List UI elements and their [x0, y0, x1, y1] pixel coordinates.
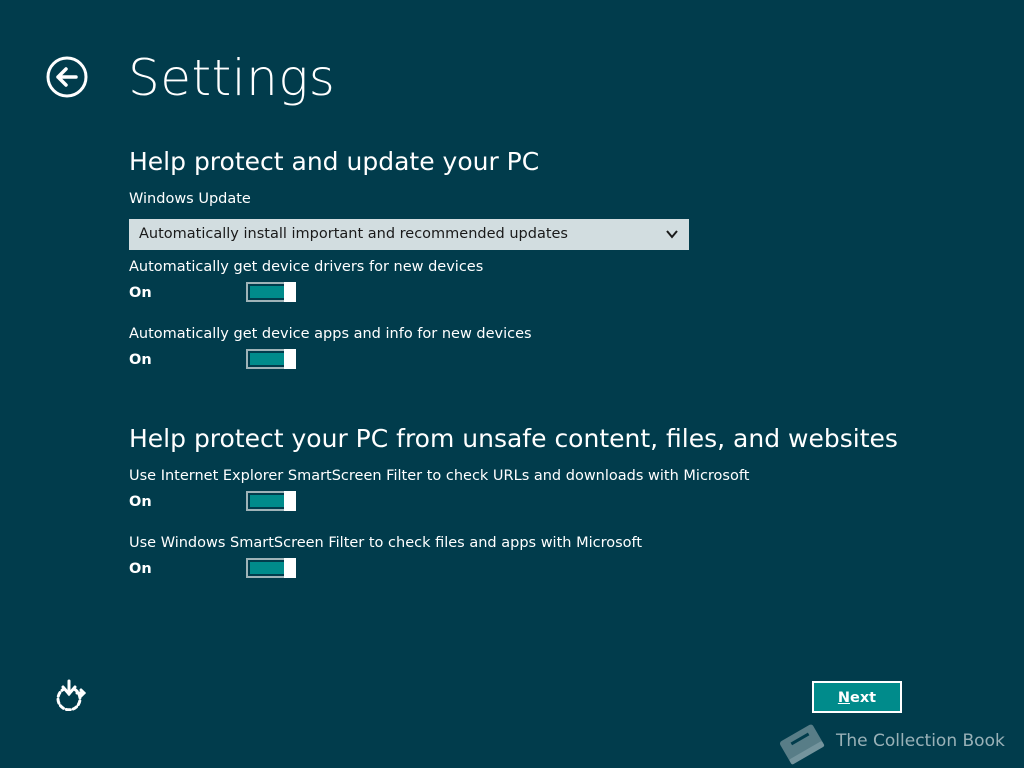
drivers-state: On	[129, 285, 152, 301]
section-heading-update: Help protect and update your PC	[129, 147, 540, 176]
watermark-text: The Collection Book	[836, 731, 1005, 751]
apps-info-state: On	[129, 352, 152, 368]
section-heading-protect: Help protect your PC from unsafe content…	[129, 424, 898, 453]
toggle-fill	[250, 353, 284, 365]
toggle-fill	[250, 562, 284, 574]
toggle-thumb[interactable]	[284, 491, 296, 511]
windows-smartscreen-label: Use Windows SmartScreen Filter to check …	[129, 535, 643, 551]
windows-smartscreen-state: On	[129, 561, 152, 577]
windows-update-dropdown[interactable]: Automatically install important and reco…	[129, 219, 689, 250]
settings-page: Settings Help protect and update your PC…	[0, 0, 1024, 768]
chevron-down-icon	[666, 230, 678, 239]
ease-of-access-icon[interactable]	[52, 677, 86, 711]
toggle-thumb[interactable]	[284, 282, 296, 302]
page-title: Settings	[128, 49, 336, 107]
drivers-toggle[interactable]	[246, 282, 296, 302]
drivers-label: Automatically get device drivers for new…	[129, 259, 484, 275]
windows-update-selected-value: Automatically install important and reco…	[139, 226, 568, 242]
toggle-fill	[250, 495, 284, 507]
next-button[interactable]: Next	[812, 681, 902, 713]
ie-smartscreen-state: On	[129, 494, 152, 510]
watermark: The Collection Book	[772, 718, 1012, 768]
next-label-rest: ext	[850, 690, 877, 706]
apps-info-label: Automatically get device apps and info f…	[129, 326, 532, 342]
ie-smartscreen-label: Use Internet Explorer SmartScreen Filter…	[129, 468, 750, 484]
back-arrow-icon[interactable]	[46, 56, 88, 98]
windows-update-label: Windows Update	[129, 191, 251, 207]
toggle-thumb[interactable]	[284, 349, 296, 369]
book-icon	[780, 724, 825, 765]
windows-smartscreen-toggle[interactable]	[246, 558, 296, 578]
next-mnemonic: N	[837, 690, 850, 706]
toggle-fill	[250, 286, 284, 298]
toggle-thumb[interactable]	[284, 558, 296, 578]
apps-info-toggle[interactable]	[246, 349, 296, 369]
ie-smartscreen-toggle[interactable]	[246, 491, 296, 511]
